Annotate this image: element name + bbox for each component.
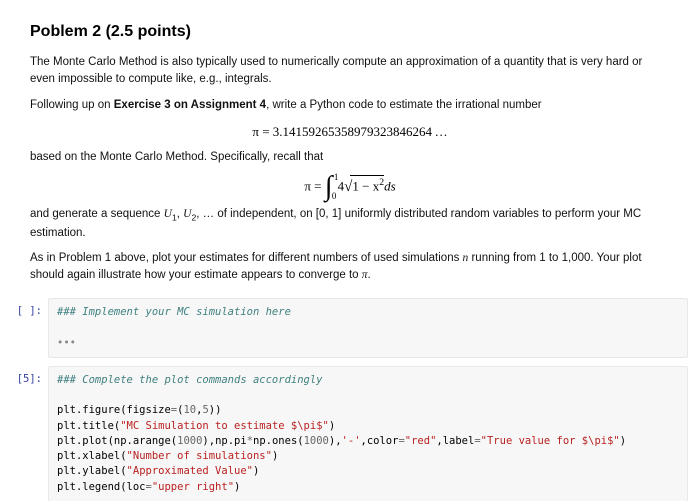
followup-paragraph: Following up on Exercise 3 on Assignment… [30, 97, 670, 114]
code-comment: ### Implement your MC simulation here [57, 306, 291, 318]
code-input[interactable]: ### Complete the plot commands according… [48, 366, 688, 501]
notebook-cells: [ ]: ### Implement your MC simulation he… [0, 298, 700, 501]
sequence-paragraph: and generate a sequence U1, U2, … of ind… [30, 206, 670, 241]
intro-paragraph: The Monte Carlo Method is also typically… [30, 54, 670, 89]
problem-title: Poblem 2 (2.5 points) [30, 20, 670, 44]
text: , write a Python code to estimate the ir… [266, 99, 542, 111]
document-page: Poblem 2 (2.5 points) The Monte Carlo Me… [0, 0, 700, 501]
text: Following up on [30, 99, 114, 111]
u1: U [164, 208, 172, 220]
code-cell-2: [5]: ### Complete the plot commands acco… [0, 366, 700, 501]
exercise-ref: Exercise 3 on Assignment 4 [114, 99, 266, 111]
recall-paragraph: based on the Monte Carlo Method. Specifi… [30, 149, 670, 166]
in-prompt: [5]: [0, 366, 48, 387]
text: As in Problem 1 above, plot your estimat… [30, 252, 463, 264]
text: . [368, 269, 371, 281]
integral-sign: ∫10 [325, 176, 335, 198]
code-input[interactable]: ### Implement your MC simulation here ••… [48, 298, 688, 358]
pi-value-equation: π = 3.14159265358979323846264 … [30, 122, 670, 142]
integral-equation: π = ∫10 4√1 − x2ds [30, 175, 670, 199]
lhs: π = [304, 178, 321, 193]
radicand: 1 − x2 [350, 175, 384, 196]
code-comment: ### Complete the plot commands according… [57, 374, 323, 386]
pi-eq-text: π = 3.14159265358979323846264 … [252, 124, 447, 139]
code-cell-1: [ ]: ### Implement your MC simulation he… [0, 298, 700, 366]
plot-paragraph: As in Problem 1 above, plot your estimat… [30, 250, 670, 285]
ds: ds [384, 178, 396, 193]
ellipsis: ••• [57, 337, 76, 349]
text: and generate a sequence [30, 208, 164, 220]
in-prompt: [ ]: [0, 298, 48, 319]
